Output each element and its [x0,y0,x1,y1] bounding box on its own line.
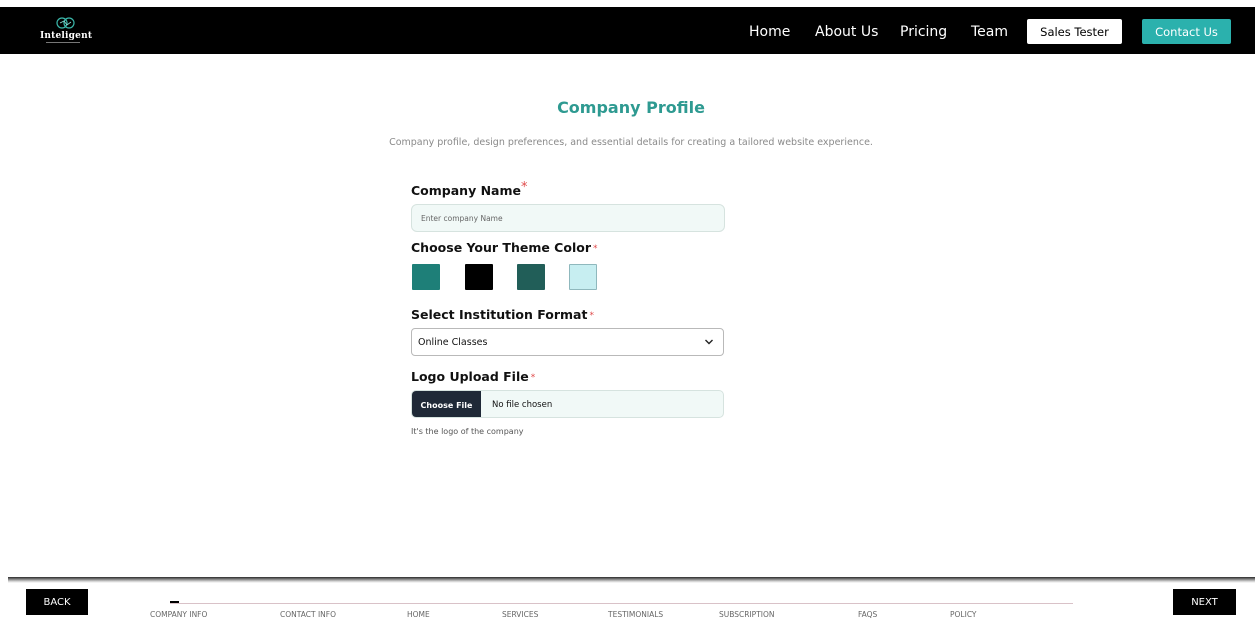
institution-format-select[interactable]: Online Classes [411,328,724,356]
institution-format-selected: Online Classes [418,337,488,348]
theme-color-label: Choose Your Theme Color * [411,240,597,255]
sales-tester-button[interactable]: Sales Tester [1027,19,1122,44]
brain-logo-icon [56,17,75,29]
logo-upload-label-text: Logo Upload File [411,369,529,384]
logo-upload-label: Logo Upload File * [411,369,535,384]
company-name-label: Company Name* [411,180,528,199]
nav-about-link[interactable]: About Us [815,24,878,40]
logo-file-input[interactable]: Choose File No file chosen [411,390,724,418]
theme-color-label-text: Choose Your Theme Color [411,240,591,255]
step-progress-fill [170,601,179,603]
theme-swatch-light-cyan[interactable] [569,264,597,290]
nav-team-link[interactable]: Team [971,24,1008,40]
required-mark: * [520,180,528,195]
page-title: Company Profile [557,98,705,117]
contact-us-button[interactable]: Contact Us [1142,19,1231,44]
nav-home-link[interactable]: Home [749,24,790,40]
institution-format-label-text: Select Institution Format [411,307,588,322]
next-button[interactable]: NEXT [1173,589,1236,615]
step-progress-track [170,601,1073,604]
choose-file-button[interactable]: Choose File [412,391,481,417]
institution-format-label: Select Institution Format * [411,307,594,322]
brand-name: Inteligent [40,31,93,41]
required-mark: * [592,244,598,254]
back-button[interactable]: BACK [26,589,88,615]
required-mark: * [589,311,594,321]
brand-tagline-line [46,42,80,43]
theme-swatch-black[interactable] [465,264,493,290]
nav-pricing-link[interactable]: Pricing [900,24,947,40]
logo-upload-hint: It's the logo of the company [411,427,524,436]
page-subtitle: Company profile, design preferences, and… [389,137,873,148]
brand-logo[interactable]: Inteligent [40,17,100,45]
company-name-label-text: Company Name [411,183,521,198]
company-name-input[interactable] [411,204,725,232]
file-status-text: No file chosen [492,400,553,410]
required-mark: * [530,373,536,383]
chevron-down-icon [705,339,713,345]
theme-swatch-dark-teal[interactable] [517,264,545,290]
theme-swatch-teal[interactable] [412,264,440,290]
top-navbar: Inteligent Home About Us Pricing Team Sa… [0,7,1255,54]
footer-divider [8,577,1255,583]
